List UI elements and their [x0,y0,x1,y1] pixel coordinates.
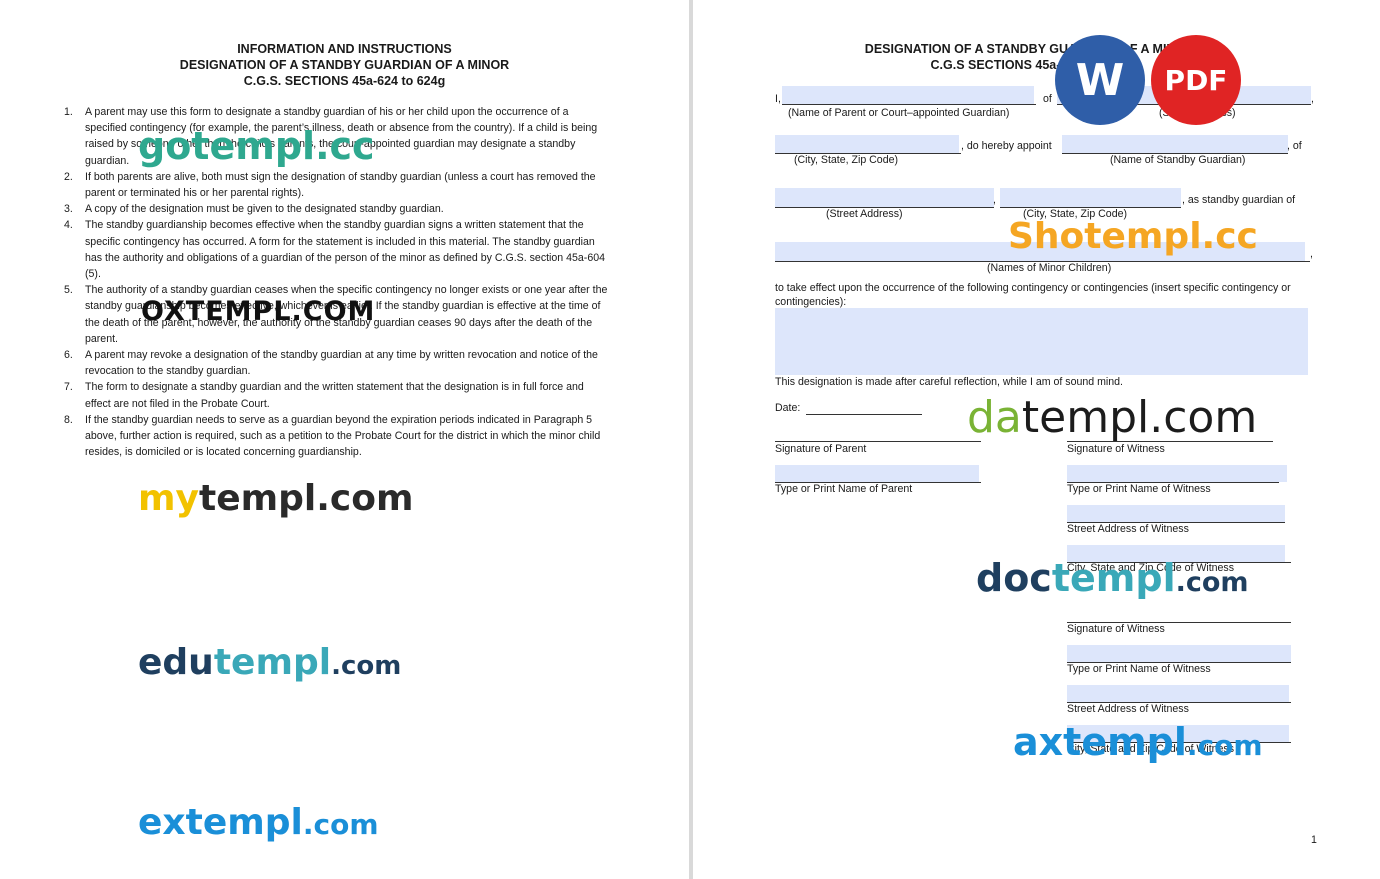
instruction-item: 8. If the standby guardian needs to serve… [62,412,612,461]
instruction-number: 4. [64,219,73,232]
edutempl-watermark: edutempl.com [138,642,401,683]
form-title-line-1: DESIGNATION OF A STANDBY GUARDIAN OF A M… [864,42,1195,56]
city-state-zip-label: (City, State, Zip Code) [794,154,899,166]
instructions-title-line-1: INFORMATION AND INSTRUCTIONS [237,42,452,56]
date-field[interactable] [806,399,922,414]
standby-name-label: (Name of Standby Guardian) [1110,154,1246,166]
comma: , [993,194,996,206]
shotempl-watermark: Shotempl.cc [1008,216,1258,257]
datempl-part-2: templ.com [1021,392,1258,443]
sound-mind-statement: This designation is made after careful r… [775,376,1124,388]
doctempl-part-1: doc [976,556,1052,600]
instruction-number: 3. [64,203,73,216]
axtempl-part-1: axtempl [1013,720,1187,764]
standby-street-field[interactable] [775,188,994,207]
witness1-street-label: Street Address of Witness [1067,523,1189,535]
axtempl-part-2: .com [1186,729,1263,762]
witness1-name-field[interactable] [1067,465,1287,482]
witness2-street-field[interactable] [1067,685,1289,702]
form-title-line-2: C.G.S SECTIONS 45a-624 to 624g [930,58,1129,72]
datempl-watermark: datempl.com [967,392,1257,443]
standby-city-field[interactable] [1000,188,1181,207]
designation-form-page: DESIGNATION OF A STANDBY GUARDIAN OF A M… [693,0,1380,879]
street-address-label: (Street Address) [826,208,903,220]
edutempl-part-3: .com [331,651,402,681]
instruction-number: 2. [64,170,73,183]
parent-name-label: (Name of Parent or Court–appointed Guard… [788,107,1010,119]
edutempl-part-1: edu [138,642,214,683]
do-hereby-appoint: , do hereby appoint [961,140,1052,152]
instruction-text: The form to designate a standby guardian… [85,381,584,410]
instruction-number: 7. [64,381,73,394]
date-underline [806,414,922,415]
standby-name-field[interactable] [1062,135,1288,153]
word-format-badge[interactable]: W [1055,35,1145,125]
parent-print-name-field[interactable] [775,465,979,482]
instruction-text: A parent may revoke a designation of the… [85,349,598,378]
instructions-title-line-3: C.G.S. SECTIONS 45a-624 to 624g [243,74,446,88]
parent-signature-field[interactable] [775,425,981,441]
instruction-text: If the standby guardian needs to serve a… [85,413,601,459]
instruction-text: The standby guardianship becomes effecti… [85,219,606,281]
print-name-of-parent-label: Type or Print Name of Parent [775,483,913,495]
doctempl-part-2: templ [1051,556,1176,600]
comma: , [1310,248,1313,260]
i-prefix: I, [775,93,781,105]
witness2-signature-label: Signature of Witness [1067,623,1165,635]
signature-of-parent-label: Signature of Parent [775,443,867,455]
instructions-page: INFORMATION AND INSTRUCTIONS DESIGNATION… [0,0,689,879]
contingency-instruction: to take effect upon the occurrence of th… [775,282,1291,308]
witness1-name-label: Type or Print Name of Witness [1067,483,1211,495]
page-number: 1 [1311,834,1317,846]
instruction-item: 3. A copy of the designation must be give… [62,201,612,217]
instruction-item: 4. The standby guardianship becomes effec… [62,217,612,282]
instruction-item: 6. A parent may revoke a designation of t… [62,347,612,379]
instruction-number: 1. [64,106,73,118]
parent-name-underline [782,104,1036,105]
doctempl-watermark: doctempl.com [976,556,1249,600]
extempl-part-1: extempl [138,802,303,843]
instruction-text: If both parents are alive, both must sig… [85,170,596,200]
instructions-title-line-2: DESIGNATION OF A STANDBY GUARDIAN OF A M… [179,58,510,72]
axtempl-watermark: axtempl.com [1013,720,1263,764]
gotempl-watermark: gotempl.cc [138,124,375,168]
parent-city-field[interactable] [775,135,959,153]
contingency-field[interactable] [775,308,1308,375]
mytempl-watermark: mytempl.com [138,478,414,519]
of-word: of [1043,93,1052,105]
instruction-item: 7. The form to designate a standby guardi… [62,379,612,411]
mytempl-part-2: templ.com [198,478,414,519]
word-icon: W [1075,54,1125,106]
witness2-street-label: Street Address of Witness [1067,703,1189,715]
oxtempl-watermark: OXTEMPL.COM [141,296,376,327]
instruction-text: A copy of the designation must be given … [85,203,444,216]
date-label: Date: [775,402,801,414]
witness1-street-field[interactable] [1067,505,1285,522]
witness2-name-field[interactable] [1067,645,1291,662]
extempl-watermark: extempl.com [138,802,379,843]
parent-name-field[interactable] [782,86,1034,104]
pdf-icon: PDF [1164,63,1228,97]
of-end: , of [1287,140,1302,152]
parent-signature-underline [775,441,981,442]
datempl-part-1: da [967,392,1022,443]
instruction-number: 6. [64,349,73,362]
minor-children-label: (Names of Minor Children) [987,262,1112,274]
doctempl-part-3: .com [1175,567,1249,598]
instruction-number: 5. [64,284,73,297]
witness2-name-label: Type or Print Name of Witness [1067,663,1211,675]
edutempl-part-2: templ [213,642,332,683]
instruction-item: 2. If both parents are alive, both must s… [62,169,612,201]
as-standby-guardian: , as standby guardian of [1182,194,1296,206]
witness1-signature-label: Signature of Witness [1067,443,1165,455]
comma: , [1311,93,1314,105]
pdf-format-badge[interactable]: PDF [1151,35,1241,125]
mytempl-part-1: my [138,478,199,519]
extempl-part-2: .com [302,808,379,841]
instruction-number: 8. [64,413,73,426]
